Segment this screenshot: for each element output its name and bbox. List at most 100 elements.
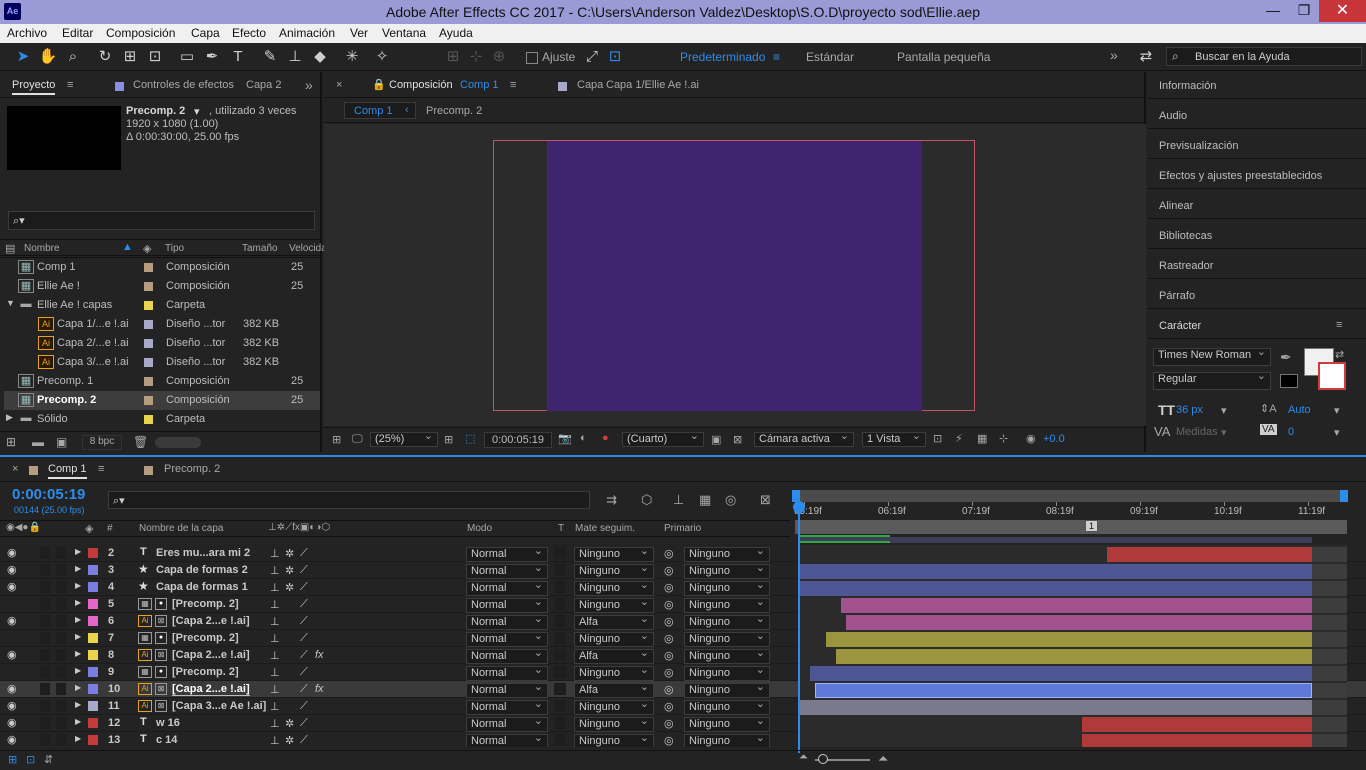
project-scroll-slider[interactable] — [155, 437, 201, 448]
mask-visibility-icon[interactable]: ⬚ — [465, 432, 475, 445]
panel-audio[interactable]: Audio — [1159, 110, 1187, 122]
expand-layer-icon[interactable]: ▶ — [75, 564, 81, 573]
visibility-eye-icon[interactable]: ◉ — [7, 648, 17, 661]
layer-duration-bar[interactable] — [810, 666, 1312, 681]
lock-switch[interactable] — [56, 717, 66, 729]
workspace-pantalla-pequena[interactable]: Pantalla pequeña — [897, 50, 990, 64]
pick-whip-icon[interactable]: ◎ — [664, 547, 674, 560]
collapse-switch-icon[interactable]: ✲ — [285, 564, 294, 577]
parent-dropdown[interactable]: Ninguno — [684, 545, 770, 562]
layer-name[interactable]: [Precomp. 2] — [172, 666, 239, 678]
menu-composicion[interactable]: Composición — [106, 26, 175, 40]
toggle-in-out-icon[interactable]: ⇵ — [44, 753, 53, 766]
expand-layer-icon[interactable]: ▶ — [75, 598, 81, 607]
comp-mini-flowchart-icon[interactable]: ⇉ — [606, 492, 617, 508]
track-matte-dropdown[interactable]: Ninguno — [574, 579, 654, 596]
camera-dropdown[interactable]: Cámara activa — [754, 430, 854, 447]
table-row[interactable]: ◉ ▶ 10 Ai⊠ [Capa 2...e !.ai] ⊥ ⟋ fx Normal Alfa ◎ N… — [0, 681, 1366, 698]
track-matte-dropdown[interactable]: Ninguno — [574, 664, 654, 681]
shy-switch-icon[interactable]: ⊥ — [270, 649, 280, 662]
table-row[interactable]: ◉ ▶ 13 Tc 14 ⊥ ✲ ⟋ Normal Ninguno ◎ Ninguno — [0, 732, 1366, 747]
label-color-swatch[interactable] — [144, 301, 153, 310]
pick-whip-icon[interactable]: ◎ — [664, 598, 674, 611]
pick-whip-icon[interactable]: ◎ — [664, 683, 674, 696]
brush-tool-icon[interactable]: ✎ — [260, 47, 280, 67]
quality-switch-icon[interactable]: ⟋ — [300, 547, 308, 560]
layer-duration-bar[interactable] — [800, 581, 1312, 596]
layer-name[interactable]: [Capa 2...e !.ai] — [172, 649, 250, 661]
layer-duration-bar[interactable] — [1082, 734, 1312, 747]
shy-switch-icon[interactable]: ⊥ — [270, 547, 280, 560]
layer-name[interactable]: [Capa 3...e Ae !.ai] — [172, 700, 266, 712]
layer-label-color[interactable] — [88, 701, 98, 711]
col-tipo[interactable]: Tipo — [165, 243, 184, 254]
reset-exposure-icon[interactable]: ◉ — [1026, 432, 1036, 445]
pick-whip-icon[interactable]: ◎ — [664, 734, 674, 747]
table-row[interactable]: ◉ ▶ 12 Tw 16 ⊥ ✲ ⟋ Normal Ninguno ◎ Ninguno — [0, 715, 1366, 732]
layer-name[interactable]: [Precomp. 2] — [172, 598, 239, 610]
exposure-value[interactable]: +0.0 — [1043, 433, 1065, 445]
snap-bounds-icon[interactable]: ⊡ — [605, 47, 625, 67]
parent-dropdown[interactable]: Ninguno — [684, 647, 770, 664]
font-family-dropdown[interactable]: Times New Roman — [1153, 346, 1271, 366]
track-matte-dropdown[interactable]: Ninguno — [574, 698, 654, 715]
shy-switch-icon[interactable]: ⊥ — [270, 700, 280, 713]
menu-ventana[interactable]: Ventana — [382, 26, 426, 40]
expand-layer-icon[interactable]: ▶ — [75, 615, 81, 624]
show-snapshot-icon[interactable]: ◐ — [580, 432, 587, 444]
blend-mode-dropdown[interactable]: Normal — [466, 545, 548, 562]
panel-bibliotecas[interactable]: Bibliotecas — [1159, 230, 1212, 242]
close-timeline-tab-icon[interactable]: × — [12, 463, 18, 475]
camera-tool-icon[interactable]: ⊞ — [120, 47, 140, 67]
visibility-eye-icon[interactable]: ◉ — [7, 580, 17, 593]
caracter-menu-icon[interactable]: ≡ — [1336, 319, 1342, 331]
layer-name[interactable]: [Precomp. 2] — [172, 632, 239, 644]
new-comp-icon[interactable]: ▣ — [56, 435, 67, 449]
comp-viewer[interactable] — [324, 124, 1146, 426]
playhead-line[interactable] — [798, 491, 800, 753]
label-color-swatch[interactable] — [144, 263, 153, 272]
timeline-tab-comp1[interactable]: Comp 1 — [48, 463, 87, 479]
roto-brush-tool-icon[interactable]: ✳ — [342, 47, 362, 67]
blend-mode-dropdown[interactable]: Normal — [466, 630, 548, 647]
work-area-bar[interactable] — [792, 490, 1348, 502]
label-color-swatch[interactable] — [144, 377, 153, 386]
puppet-tool-icon[interactable]: ✧ — [372, 47, 392, 67]
layer-duration-bar[interactable] — [826, 632, 1312, 647]
label-column-icon[interactable]: ◈ — [143, 242, 151, 255]
lock-switch[interactable] — [56, 666, 66, 678]
shy-switch-icon[interactable]: ⊥ — [270, 734, 280, 747]
timeline-tab-precomp2[interactable]: Precomp. 2 — [164, 463, 220, 475]
blend-mode-dropdown[interactable]: Normal — [466, 562, 548, 579]
layer-label-color[interactable] — [88, 616, 98, 626]
toggle-modes-icon[interactable]: ⊡ — [26, 753, 35, 766]
tracking-dropdown-icon[interactable]: ▾ — [1334, 426, 1340, 439]
label-color-swatch[interactable] — [144, 415, 153, 424]
resolution-dropdown[interactable]: (Cuarto) — [622, 430, 704, 447]
pick-whip-icon[interactable]: ◎ — [664, 581, 674, 594]
blend-mode-dropdown[interactable]: Normal — [466, 579, 548, 596]
folder-toggle-icon[interactable]: ▶ — [6, 412, 13, 423]
blend-mode-dropdown[interactable]: Normal — [466, 613, 548, 630]
visibility-eye-icon[interactable]: ◉ — [7, 699, 17, 712]
preview-dropdown-icon[interactable]: ▾ — [194, 105, 200, 118]
stroke-color-swatch[interactable] — [1318, 362, 1346, 390]
preserve-transparency-toggle[interactable] — [554, 615, 566, 627]
track-matte-dropdown[interactable]: Alfa — [574, 613, 654, 630]
eyedropper-icon[interactable]: ✒ — [1280, 349, 1292, 366]
workspace-predeterminado[interactable]: Predeterminado — [680, 50, 765, 64]
blend-mode-dropdown[interactable]: Normal — [466, 715, 548, 732]
comp-marker[interactable]: 1 — [1085, 520, 1099, 532]
zoom-tool-icon[interactable]: ⌕ — [63, 47, 83, 67]
zoom-dropdown[interactable]: (25%) — [370, 430, 438, 447]
lock-switch[interactable] — [56, 547, 66, 559]
panel-alinear[interactable]: Alinear — [1159, 200, 1193, 212]
solo-switch[interactable] — [40, 632, 50, 644]
preserve-transparency-toggle[interactable] — [554, 598, 566, 610]
lock-switch[interactable] — [56, 700, 66, 712]
graph-editor-icon[interactable]: ⊠ — [760, 492, 771, 508]
shy-switch-icon[interactable]: ⊥ — [270, 717, 280, 730]
folder-toggle-icon[interactable]: ▼ — [6, 298, 15, 308]
layer-label-color[interactable] — [88, 582, 98, 592]
zoom-in-icon[interactable]: ⏶ — [878, 751, 888, 767]
